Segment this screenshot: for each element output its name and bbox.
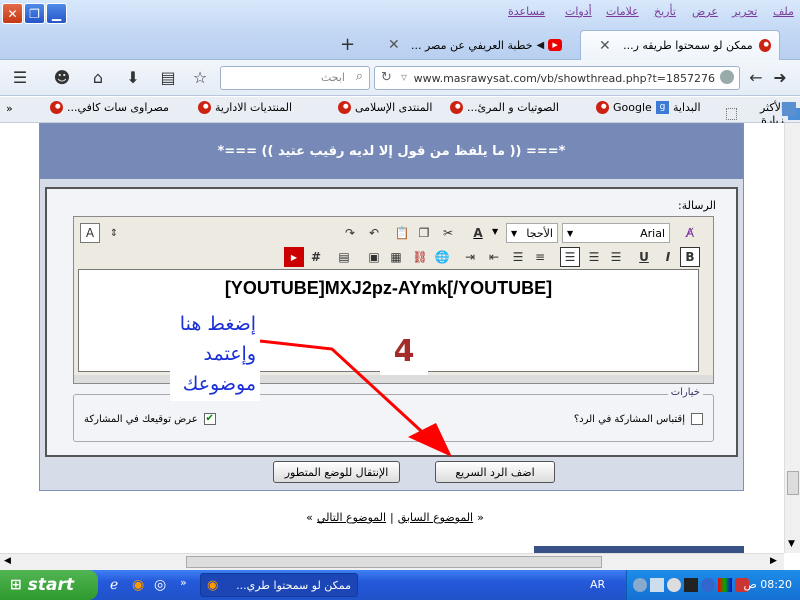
bookmark-masrawy-cafe[interactable]: مصراوى سات كافي...	[50, 101, 169, 114]
tab-title: ممكن لو سمحتوا طريقه ر...	[623, 39, 753, 52]
new-tab-icon[interactable]: +	[340, 34, 355, 55]
annotation-arrow	[259, 339, 452, 457]
arrow-head	[408, 423, 452, 457]
tab-inactive[interactable]: ▶ ◀ خطبة العريفي عن مصر ... ✕	[370, 30, 570, 60]
firefox-icon: ◉	[207, 577, 219, 593]
menu-history[interactable]: تأريخ	[654, 5, 676, 18]
forward-icon[interactable]: ←	[746, 68, 766, 88]
arrow-line	[259, 339, 434, 443]
more-bookmarks-icon[interactable]: »	[6, 102, 13, 115]
search-placeholder: ابحث	[320, 71, 345, 84]
horizontal-scrollbar[interactable]: ◀ ▶	[0, 553, 784, 570]
site-favicon-icon	[198, 101, 211, 114]
menu-icon[interactable]: ☰	[10, 68, 30, 88]
windows-taskbar: ⊞ start ℯ ◉ ◎ » ممكن لو سمحتوا طري... ◉ …	[0, 570, 800, 600]
taskbar-item-browser[interactable]: ممكن لو سمحتوا طري... ◉	[200, 573, 358, 597]
scroll-right-icon[interactable]: ▶	[770, 556, 777, 566]
history-dropdown-icon[interactable]: ▿	[401, 70, 407, 84]
menu-view[interactable]: عرض	[692, 5, 718, 18]
network-icon[interactable]	[633, 578, 647, 592]
windows-logo-icon: ⊞	[10, 577, 22, 593]
scroll-down-icon[interactable]: ▼	[788, 539, 795, 549]
bookmark-admin-forums[interactable]: المنتديات الادارية	[198, 101, 292, 114]
media-icon[interactable]	[684, 578, 698, 592]
menu-edit[interactable]: تحرير	[732, 5, 757, 18]
firefox-icon[interactable]: ◉	[132, 577, 144, 593]
url-text: www.masrawysat.com/vb/showthread.php?t=1…	[413, 72, 715, 85]
site-favicon-icon	[338, 101, 351, 114]
page-content: *=== (( ما يلفظ من قول إلا لديه رقيب عتي…	[0, 123, 784, 553]
bookmarks-list-icon[interactable]: ▤	[158, 68, 178, 88]
minimize-window-button[interactable]: ▁	[46, 3, 67, 24]
tab-title: خطبة العريفي عن مصر ...	[410, 38, 533, 52]
scroll-left-icon[interactable]: ◀	[4, 556, 11, 566]
system-tray: 08:20 ص	[626, 570, 800, 600]
site-identity-icon[interactable]	[720, 70, 734, 84]
playing-icon: ◀	[536, 39, 545, 51]
quicklaunch-more-icon[interactable]: »	[180, 576, 187, 589]
restore-window-button[interactable]: ❐	[24, 3, 45, 24]
menu-help[interactable]: مساعدة	[508, 5, 545, 18]
sidebar-toggle-icon[interactable]	[782, 102, 796, 116]
bookmark-google[interactable]: Google	[596, 101, 652, 114]
site-favicon-icon	[50, 101, 63, 114]
bookmark-media[interactable]: الصوتيات و المرئ...	[450, 101, 559, 114]
vertical-scroll-thumb[interactable]	[787, 471, 799, 495]
search-icon: ⌕	[355, 69, 363, 84]
back-icon[interactable]: ➜	[770, 68, 790, 88]
bookmarks-toolbar: الأكثر زيارة البداية g Google الصوتيات و…	[0, 97, 800, 127]
search-field[interactable]: ابحث ⌕	[220, 66, 370, 90]
bookmark-start[interactable]: البداية g	[656, 101, 701, 114]
tab-active[interactable]: ممكن لو سمحتوا طريقه ر... ✕	[580, 30, 780, 60]
start-button[interactable]: ⊞ start	[0, 570, 98, 600]
menu-bookmarks[interactable]: علامات	[606, 5, 639, 18]
language-indicator[interactable]: AR	[590, 578, 605, 591]
horizontal-scroll-thumb[interactable]	[186, 556, 602, 568]
vertical-scrollbar[interactable]: ▼	[784, 123, 800, 553]
clock[interactable]: 08:20 ص	[744, 578, 793, 591]
tray-icons	[633, 578, 749, 592]
site-favicon-icon	[596, 101, 609, 114]
display-icon[interactable]	[650, 578, 664, 592]
site-favicon-icon	[450, 101, 463, 114]
google-icon: g	[656, 101, 669, 114]
reload-icon[interactable]: ↻	[381, 70, 392, 85]
menu-tools[interactable]: أدوات	[565, 5, 592, 18]
close-window-button[interactable]: ✕	[2, 3, 23, 24]
bookmark-islamic-forum[interactable]: المنتدى الإسلامى	[338, 101, 432, 114]
chat-icon[interactable]: ☻	[52, 68, 72, 88]
tab-bar: ممكن لو سمحتوا طريقه ر... ✕ ▶ ◀ خطبة الع…	[0, 26, 800, 60]
site-favicon-icon	[758, 39, 771, 52]
chrome-icon[interactable]: ◎	[154, 577, 166, 593]
security-icon[interactable]	[718, 578, 732, 592]
menu-bar: ✕ ❐ ▁ ملف تحرير عرض تأريخ علامات أدوات م…	[0, 0, 800, 26]
internet-explorer-icon[interactable]: ℯ	[110, 577, 118, 593]
youtube-favicon-icon: ▶	[548, 39, 562, 51]
menu-file[interactable]: ملف	[773, 5, 794, 18]
app-tray-icon[interactable]	[701, 578, 715, 592]
close-tab-icon[interactable]: ✕	[599, 38, 611, 54]
star-icon[interactable]: ☆	[190, 68, 210, 88]
download-icon[interactable]: ⬇	[123, 68, 143, 88]
close-tab-icon[interactable]: ✕	[388, 37, 400, 53]
volume-icon[interactable]	[667, 578, 681, 592]
url-bar[interactable]: ↻ ▿ www.masrawysat.com/vb/showthread.php…	[374, 66, 740, 90]
home-icon[interactable]: ⌂	[88, 68, 108, 88]
blank-page-icon	[726, 108, 737, 120]
